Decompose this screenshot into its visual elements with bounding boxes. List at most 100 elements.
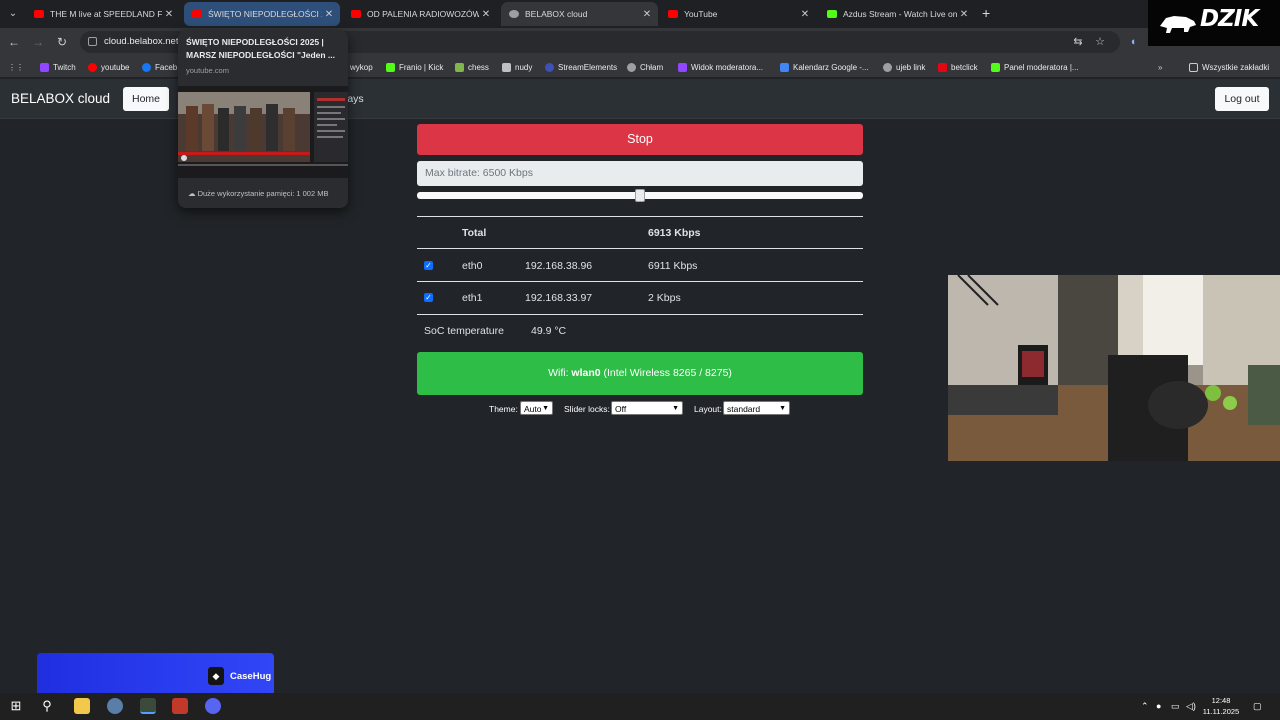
tab-hover-card: ŚWIĘTO NIEPODLEGŁOŚCI 2025 | MARSZ NIEPO…: [178, 30, 348, 208]
bookmark-chlam[interactable]: Chłam: [627, 60, 663, 74]
soc-temperature-value: 49.9 °C: [531, 325, 567, 337]
home-button[interactable]: Home: [123, 87, 169, 111]
close-tab-icon[interactable]: ✕: [479, 9, 493, 20]
eth1-name: eth1: [462, 292, 483, 304]
apps-icon[interactable]: ⋮⋮: [8, 60, 24, 74]
taskbar: ⊞ ⚲ ⌃ ● ▭ ◁) 12:48 11.11.2025 ▢: [0, 693, 1280, 720]
close-tab-icon[interactable]: ✕: [162, 9, 176, 20]
bookmark-twitch[interactable]: Twitch: [40, 60, 76, 74]
wifi-button[interactable]: Wifi: wlan0 (Intel Wireless 8265 / 8275): [417, 352, 863, 395]
bookmark-betclick[interactable]: betclick: [938, 60, 978, 74]
sponsor-banner: ◆ CaseHug: [37, 653, 274, 698]
star-icon[interactable]: ☆: [1092, 34, 1108, 50]
wifi-interface: wlan0: [571, 367, 601, 379]
tab-search-icon[interactable]: ⌄: [4, 6, 22, 22]
hover-card-domain: youtube.com: [186, 66, 229, 75]
bookmark-ujeb-link[interactable]: ujeb link: [883, 60, 925, 74]
bookmark-franio-kick[interactable]: Franio | Kick: [386, 60, 443, 74]
site-info-icon[interactable]: [88, 37, 97, 46]
brand-title[interactable]: BELABOX cloud: [11, 91, 110, 106]
theme-label: Theme:: [489, 404, 518, 414]
bookmark-chess[interactable]: chess: [455, 60, 489, 74]
address-text: cloud.belabox.net: [104, 36, 179, 47]
bookmark-kalendarz-google[interactable]: Kalendarz Google -...: [780, 60, 869, 74]
tab-3[interactable]: OD PALENIA RADIOWOZÓW DO ✕: [343, 2, 497, 26]
slider-locks-select[interactable]: Off ▼: [611, 401, 683, 415]
bookmark-facebook[interactable]: Faceb: [142, 60, 177, 74]
stop-button[interactable]: Stop: [417, 124, 863, 155]
bookmark-nudy[interactable]: nudy: [502, 60, 532, 74]
bookmark-youtube[interactable]: youtube: [88, 60, 129, 74]
discord-icon[interactable]: [205, 698, 221, 714]
bookmark-panel-moderatora[interactable]: Panel moderatora |...: [991, 60, 1079, 74]
taskbar-clock[interactable]: 12:48 11.11.2025: [1196, 695, 1246, 717]
file-explorer-icon[interactable]: [74, 698, 90, 714]
cast-icon[interactable]: ◖: [1125, 34, 1141, 50]
kick-icon: [386, 62, 395, 72]
youtube-icon: [351, 10, 361, 18]
eth0-checkbox[interactable]: ✓: [424, 261, 433, 270]
close-tab-icon[interactable]: ✕: [322, 9, 336, 20]
twitch-icon: [40, 62, 49, 72]
youtube-icon: [34, 10, 44, 18]
hover-card-title: ŚWIĘTO NIEPODLEGŁOŚCI 2025 | MARSZ NIEPO…: [186, 37, 336, 60]
all-bookmarks-folder[interactable]: Wszystkie zakładki: [1189, 60, 1269, 74]
youtube-icon: [668, 10, 678, 18]
wifi-prefix: Wifi:: [548, 367, 572, 379]
youtube-icon: [192, 10, 202, 18]
bookmark-widok-moderatora[interactable]: Widok moderatora...: [678, 60, 763, 74]
table-divider: [417, 281, 863, 282]
calendar-icon: [780, 62, 789, 72]
notifications-icon[interactable]: ▢: [1253, 701, 1262, 712]
microphone-icon[interactable]: ●: [1156, 701, 1161, 711]
banner-text: CaseHug: [230, 671, 272, 682]
bookmark-wykop[interactable]: wykop: [350, 60, 373, 74]
search-icon[interactable]: ⚲: [39, 698, 55, 714]
tray-chevron-icon[interactable]: ⌃: [1141, 701, 1149, 712]
windows-start-icon[interactable]: ⊞: [8, 698, 24, 714]
tab-6[interactable]: Azdus Stream - Watch Live on Kick ✕: [819, 2, 975, 26]
steam-icon[interactable]: [107, 698, 123, 714]
logout-button[interactable]: Log out: [1215, 87, 1269, 111]
eth0-ip: 192.168.38.96: [525, 260, 593, 272]
bookmark-streamelements[interactable]: StreamElements: [545, 60, 617, 74]
bitrate-slider-handle[interactable]: [635, 189, 645, 202]
globe-icon: [509, 10, 519, 18]
close-tab-icon[interactable]: ✕: [798, 9, 812, 20]
theme-select[interactable]: Auto ▼: [520, 401, 553, 415]
tab-2[interactable]: ŚWIĘTO NIEPODLEGŁOŚCI 2025 ✕: [184, 2, 340, 26]
close-tab-icon[interactable]: ✕: [957, 9, 971, 20]
more-bookmarks-icon[interactable]: »: [1158, 60, 1162, 74]
table-divider: [417, 216, 863, 217]
close-tab-icon[interactable]: ✕: [640, 9, 654, 20]
eth1-checkbox[interactable]: ✓: [424, 293, 433, 302]
new-tab-icon[interactable]: +: [982, 6, 996, 22]
tab-5[interactable]: YouTube ✕: [660, 2, 816, 26]
eth0-rate: 6911 Kbps: [648, 260, 698, 272]
layout-select[interactable]: standard ▼: [723, 401, 790, 415]
webcam-overlay: [948, 275, 1280, 461]
network-icon[interactable]: ▭: [1171, 701, 1180, 712]
wifi-adapter: (Intel Wireless 8265 / 8275): [600, 367, 732, 379]
folder-icon: [1189, 62, 1198, 72]
tab-4-active[interactable]: BELABOX cloud ✕: [501, 2, 658, 26]
logo-text: DZIK: [1200, 6, 1259, 32]
translate-icon[interactable]: ⇆: [1070, 34, 1086, 50]
memory-icon: ☁: [188, 189, 198, 198]
chevron-down-icon: ▼: [672, 405, 679, 412]
layout-label: Layout:: [694, 404, 722, 414]
casehug-logo-icon: ◆: [208, 667, 224, 685]
obs-icon[interactable]: [172, 698, 188, 714]
twitch-icon: [678, 62, 687, 72]
volume-icon[interactable]: ◁): [1186, 701, 1196, 712]
forward-icon[interactable]: →: [30, 34, 46, 50]
boar-icon: [1160, 16, 1196, 33]
webcam-feed-image: [948, 275, 1280, 461]
back-icon[interactable]: ←: [6, 34, 22, 50]
chess-icon: [455, 62, 464, 72]
chrome-icon[interactable]: [140, 698, 156, 714]
tab-1[interactable]: THE M live at SPEEDLAND FESTIVAL ✕: [26, 2, 180, 26]
reload-icon[interactable]: ↻: [54, 34, 70, 50]
folder-icon: [502, 62, 511, 72]
tab-strip: ⌄ THE M live at SPEEDLAND FESTIVAL ✕ ŚWI…: [0, 0, 1280, 28]
